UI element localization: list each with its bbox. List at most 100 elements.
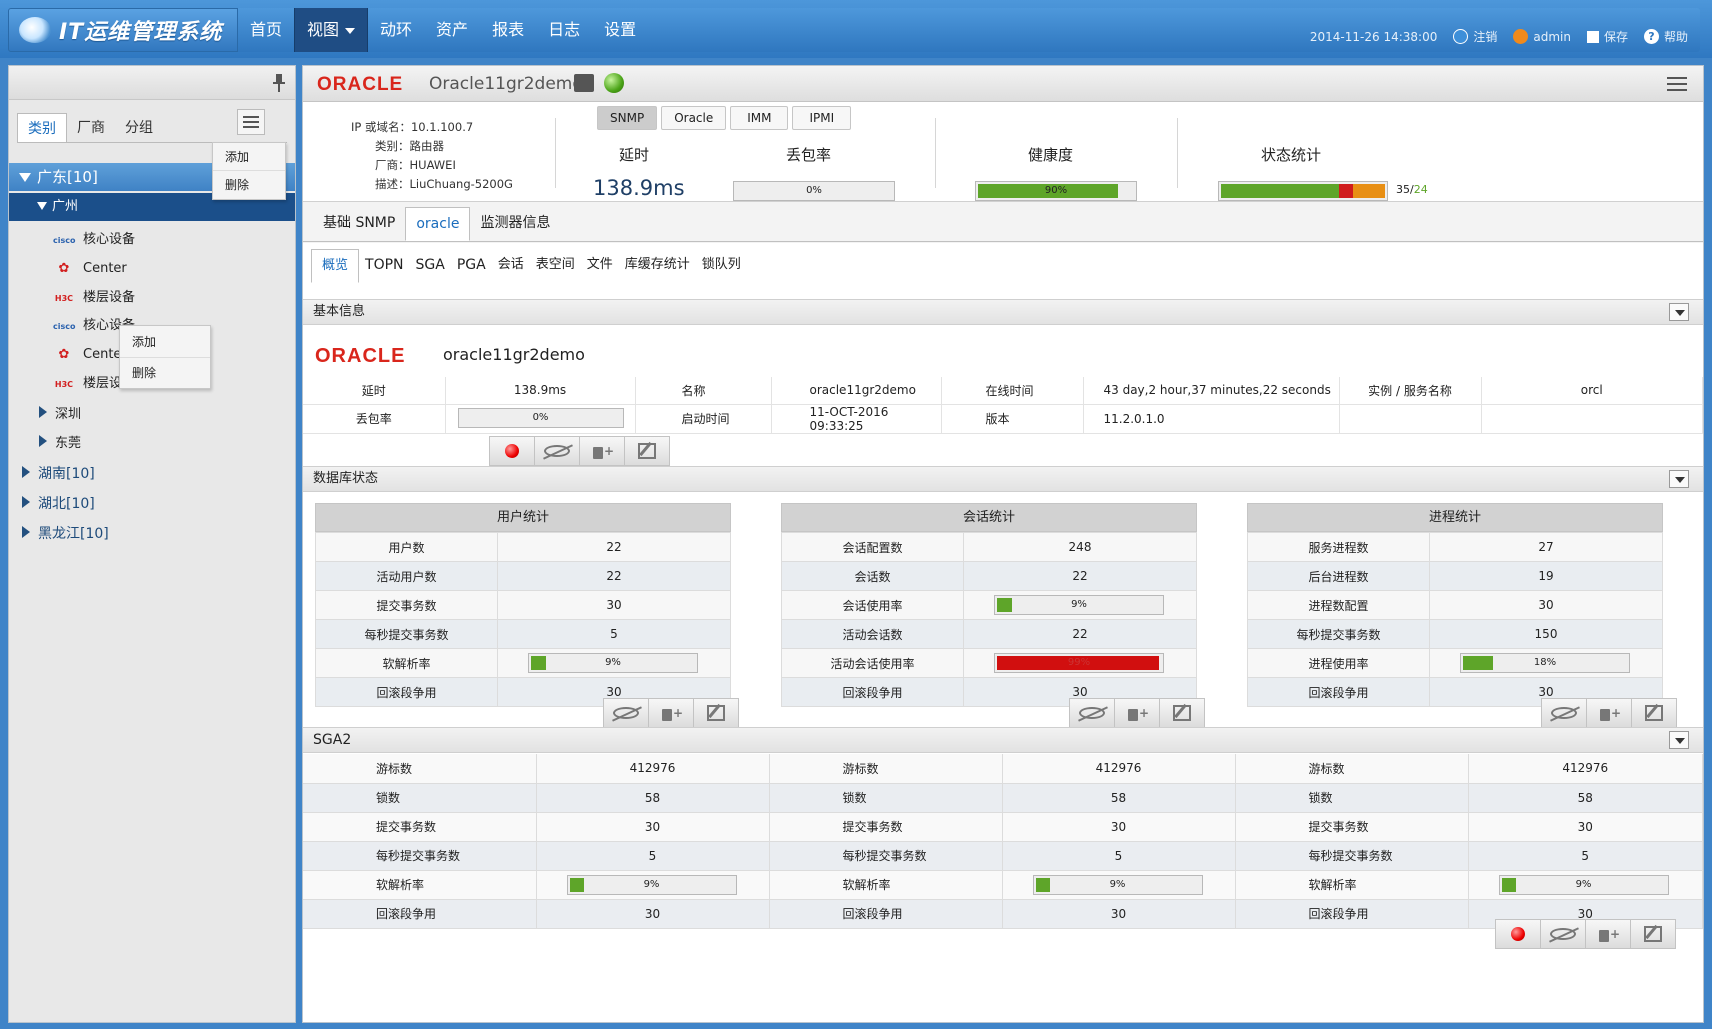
expand-icon[interactable]	[22, 466, 30, 478]
nav-settings[interactable]: 设置	[592, 8, 648, 52]
left-tabs: 类别 厂商 分组	[17, 113, 163, 143]
expand-icon[interactable]	[37, 202, 47, 210]
edit-button[interactable]	[693, 698, 739, 728]
status-total-count: 24	[1413, 183, 1428, 196]
app-logo[interactable]: IT运维管理系统	[8, 8, 238, 52]
subtab-session[interactable]: 会话	[492, 249, 530, 283]
edit-icon	[638, 443, 656, 459]
hide-button[interactable]	[534, 436, 580, 466]
tree-node-heilongjiang[interactable]: 黑龙江[10]	[9, 520, 295, 548]
tree-label: 东莞	[55, 436, 82, 451]
tab-basic-snmp[interactable]: 基础 SNMP	[313, 207, 405, 241]
process-stats-table: 服务进程数 27 后台进程数 19 进程数配置 30 每秒提交事务数 150 进程使用率…	[1247, 532, 1663, 707]
protocol-snmp-button[interactable]: SNMP	[597, 106, 658, 130]
lock-add-button[interactable]	[1114, 698, 1160, 728]
subtab-sga[interactable]: SGA	[410, 249, 451, 283]
table-cell: 软解析率	[769, 870, 1003, 900]
collapse-button[interactable]	[1669, 731, 1689, 749]
nav-home[interactable]: 首页	[238, 8, 294, 52]
hide-button[interactable]	[603, 698, 649, 728]
table-cell: 22	[963, 619, 1197, 649]
tab-divider	[303, 241, 1703, 242]
tree-node-shenzhen[interactable]: 深圳	[9, 401, 295, 429]
lock-add-button[interactable]	[1586, 698, 1632, 728]
pin-icon[interactable]	[273, 74, 285, 92]
table-row: 会话数 22	[781, 561, 1197, 591]
expand-icon[interactable]	[19, 173, 31, 182]
edit-button[interactable]	[1630, 919, 1676, 949]
hide-button[interactable]	[1069, 698, 1115, 728]
subtab-file[interactable]: 文件	[581, 249, 619, 283]
subtab-overview[interactable]: 概览	[311, 249, 360, 283]
table-row: 进程数配置 30	[1247, 590, 1663, 620]
protocol-ipmi-button[interactable]: IPMI	[792, 106, 852, 130]
table-cell: 软解析率	[315, 648, 498, 678]
subtab-topn[interactable]: TOPN	[359, 249, 410, 283]
oracle-logo: ORACLE	[317, 74, 404, 95]
tree-label: Center	[83, 261, 127, 276]
user-button[interactable]: admin	[1513, 29, 1571, 44]
alarm-button[interactable]	[489, 436, 535, 466]
tree-node-hubei[interactable]: 湖北[10]	[9, 490, 295, 518]
status-stats-bar	[1218, 181, 1388, 201]
collapse-button[interactable]	[1669, 303, 1689, 321]
expand-icon[interactable]	[22, 526, 30, 538]
menu-add[interactable]: 添加	[213, 143, 285, 171]
expand-icon[interactable]	[39, 406, 47, 418]
tree-node-hunan[interactable]: 湖南[10]	[9, 460, 295, 488]
nav-logs[interactable]: 日志	[536, 8, 592, 52]
wrench-icon[interactable]	[574, 74, 594, 92]
expand-icon[interactable]	[22, 496, 30, 508]
help-button[interactable]: ? 帮助	[1643, 28, 1688, 45]
nav-assets[interactable]: 资产	[424, 8, 480, 52]
tree-label: 广东[10]	[37, 168, 98, 186]
lock-add-button[interactable]	[579, 436, 625, 466]
menu-add[interactable]: 添加	[120, 326, 210, 358]
hide-button[interactable]	[1541, 698, 1587, 728]
edit-button[interactable]	[1631, 698, 1677, 728]
tree-device-item[interactable]: H3C 楼层设备	[9, 284, 295, 312]
tab-oracle[interactable]: oracle	[405, 207, 471, 241]
health-label: 健康度	[1028, 146, 1074, 164]
tab-vendor[interactable]: 厂商	[67, 113, 115, 143]
tab-monitor-info[interactable]: 监测器信息	[470, 207, 560, 241]
save-button[interactable]: 保存	[1586, 28, 1628, 45]
nav-env[interactable]: 动环	[368, 8, 424, 52]
edit-icon	[1173, 705, 1191, 721]
loss-label: 丢包率	[786, 146, 832, 164]
table-row: 会话使用率 9%	[781, 590, 1197, 620]
tree-device-item[interactable]: ✿ Center	[9, 255, 295, 283]
menu-delete[interactable]: 删除	[213, 171, 285, 199]
help-icon: ?	[1643, 29, 1659, 44]
tab-group[interactable]: 分组	[115, 113, 163, 143]
lock-add-button[interactable]	[1585, 919, 1631, 949]
menu-icon[interactable]	[1665, 74, 1689, 94]
save-label: 保存	[1603, 30, 1628, 44]
table-row: 软解析率 9%	[315, 648, 731, 678]
subtab-lock-queue[interactable]: 锁队列	[696, 249, 747, 283]
tree-device-item[interactable]: cisco 核心设备	[9, 226, 295, 254]
lock-add-button[interactable]	[648, 698, 694, 728]
subtab-pga[interactable]: PGA	[451, 249, 492, 283]
edit-button[interactable]	[624, 436, 670, 466]
subtab-libcache[interactable]: 库缓存统计	[619, 249, 696, 283]
hide-button[interactable]	[1540, 919, 1586, 949]
progress-cell: 99%	[963, 648, 1197, 678]
menu-delete[interactable]: 删除	[120, 358, 210, 388]
edit-button[interactable]	[1159, 698, 1205, 728]
protocol-imm-button[interactable]: IMM	[730, 106, 789, 130]
session-card-actions	[1069, 698, 1205, 728]
tree-node-dongguan[interactable]: 东莞	[9, 430, 295, 458]
protocol-oracle-button[interactable]: Oracle	[661, 106, 727, 130]
nav-reports[interactable]: 报表	[480, 8, 536, 52]
progress-cell: 9%	[1468, 870, 1703, 900]
tab-category[interactable]: 类别	[17, 113, 67, 143]
left-menu-button[interactable]	[237, 109, 265, 135]
expand-icon[interactable]	[39, 435, 47, 447]
table-row: 后台进程数 19	[1247, 561, 1663, 591]
collapse-button[interactable]	[1669, 470, 1689, 488]
alarm-button[interactable]	[1495, 919, 1541, 949]
subtab-tablespace[interactable]: 表空间	[530, 249, 581, 283]
logout-button[interactable]: 注销	[1453, 28, 1497, 45]
nav-view[interactable]: 视图	[294, 8, 369, 52]
